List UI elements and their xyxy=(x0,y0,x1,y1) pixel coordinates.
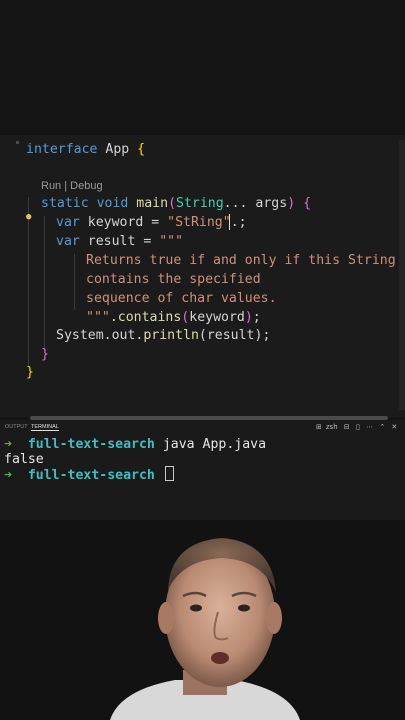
presenter-video-area xyxy=(0,520,405,720)
plus-icon[interactable]: ⊞ xyxy=(316,423,322,431)
code-line-close-interface[interactable]: } xyxy=(26,363,34,382)
string-literal: """ xyxy=(86,310,110,325)
prompt-directory: full-text-search xyxy=(27,468,155,483)
gutter-marker xyxy=(16,141,19,144)
code-line-keyword[interactable]: var keyword = "StRing".; xyxy=(56,213,247,232)
args: (result); xyxy=(198,328,271,343)
code-line-1[interactable]: interface App { xyxy=(26,140,145,159)
method-name: println xyxy=(143,328,199,343)
bracket: { xyxy=(137,142,146,157)
terminal-output: false xyxy=(4,452,44,467)
presenter-image xyxy=(110,538,300,720)
identifier: keyword xyxy=(189,310,245,325)
panel-actions: ⊞ zsh ⊟ ▯ ⋯ ⌃ ✕ xyxy=(316,423,401,431)
code-line-text-2[interactable]: contains the specified xyxy=(86,270,261,289)
keyword: var xyxy=(56,215,80,230)
code-line-close-main[interactable]: } xyxy=(41,345,49,364)
terminal-cursor xyxy=(164,466,174,481)
identifier: keyword = xyxy=(79,215,168,230)
params: ... args xyxy=(223,196,288,211)
chevron-up-icon[interactable]: ⌃ xyxy=(379,423,385,431)
indent-guide xyxy=(28,197,29,367)
terminal-line-2[interactable]: ➜ full-text-search xyxy=(4,466,174,483)
close-icon[interactable]: ✕ xyxy=(391,423,397,431)
code-line-contains[interactable]: """.contains(keyword); xyxy=(86,308,261,327)
text-cursor xyxy=(229,214,230,230)
indent-guide xyxy=(74,254,75,310)
code-line-text-1[interactable]: Returns true if and only if this String xyxy=(86,251,396,270)
tab-terminal[interactable]: TERMINAL xyxy=(31,424,59,431)
string-literal: "StRing" xyxy=(167,215,231,230)
terminal-command: java App.java xyxy=(154,437,267,452)
lightbulb-icon[interactable]: ● xyxy=(26,213,31,222)
bracket: { xyxy=(295,196,312,211)
bracket: ) xyxy=(287,196,296,211)
tab-output[interactable]: OUTPUT xyxy=(5,424,28,430)
prompt-arrow-icon: ➜ xyxy=(4,437,12,452)
code-line-println[interactable]: System.out.println(result); xyxy=(56,326,270,345)
method-name: .contains xyxy=(109,310,182,325)
method-name: main xyxy=(136,196,169,211)
punctuation: ; xyxy=(252,310,261,325)
vertical-scrollbar[interactable] xyxy=(399,140,405,410)
punctuation: .; xyxy=(230,215,247,230)
trash-icon[interactable]: ▯ xyxy=(356,423,360,431)
bracket: ) xyxy=(244,310,253,325)
identifier: System.out. xyxy=(56,328,144,343)
terminal-line-1[interactable]: ➜ full-text-search java App.java xyxy=(4,437,266,452)
top-blank-area xyxy=(0,0,405,135)
shell-label: zsh xyxy=(325,423,338,431)
keyword: var xyxy=(56,234,80,249)
string-literal: """ xyxy=(159,234,184,249)
code-line-text-3[interactable]: sequence of char values. xyxy=(86,289,277,308)
codelens-run-debug[interactable]: Run | Debug xyxy=(41,180,103,192)
split-icon[interactable]: ⊟ xyxy=(344,423,350,431)
prompt-directory: full-text-search xyxy=(27,437,155,452)
indent-guide xyxy=(44,216,45,348)
bracket: ( xyxy=(168,196,177,211)
more-icon[interactable]: ⋯ xyxy=(366,423,373,431)
code-line-result[interactable]: var result = """ xyxy=(56,232,183,251)
keyword: interface xyxy=(26,142,98,157)
prompt-arrow-icon: ➜ xyxy=(4,468,12,483)
identifier: result = xyxy=(79,234,160,249)
identifier: App xyxy=(97,142,138,157)
type-name: String xyxy=(176,196,224,211)
keyword: static void xyxy=(41,196,129,211)
code-line-main[interactable]: static void main(String... args) { xyxy=(41,194,311,213)
